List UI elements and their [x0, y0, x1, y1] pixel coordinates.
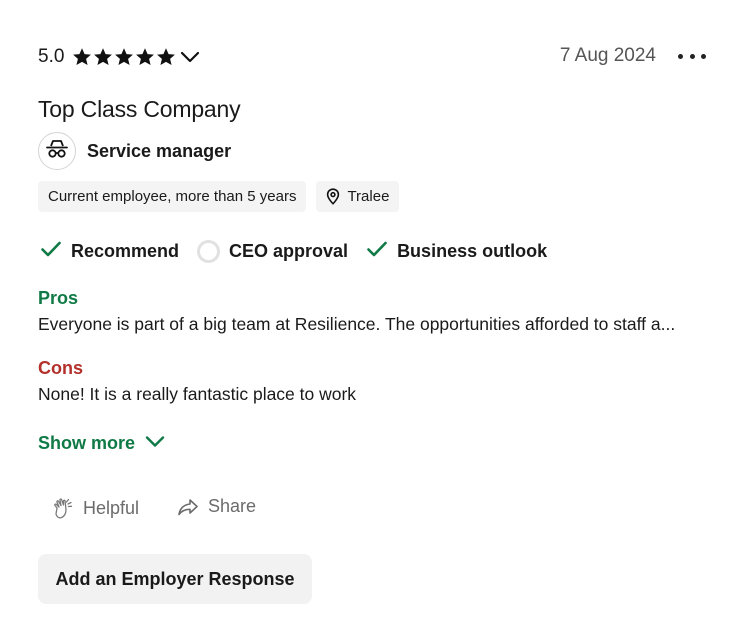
star-icon [135, 47, 155, 67]
clap-icon [52, 496, 74, 520]
recommend-rating: Recommend [40, 240, 179, 263]
rating-details-chevron-down-icon[interactable] [180, 50, 200, 64]
chevron-down-icon [145, 435, 165, 453]
reviewer-info-chips: Current employee, more than 5 years Tral… [38, 181, 400, 212]
ceo-approval-rating: CEO approval [197, 240, 348, 263]
location-chip: Tralee [316, 181, 400, 212]
pros-heading: Pros [38, 288, 79, 308]
add-employer-response-button[interactable]: Add an Employer Response [38, 554, 312, 604]
avatar [38, 132, 76, 170]
more-dot [678, 53, 683, 59]
more-options-button[interactable] [678, 46, 706, 66]
neutral-circle-icon [197, 240, 221, 263]
show-more-label: Show more [38, 433, 136, 453]
rating-value: 5.0 [38, 46, 65, 67]
employment-status: Current employee, more than 5 years [48, 188, 297, 205]
share-arrow-icon [177, 497, 199, 517]
reviewer-role: Service manager [38, 132, 231, 170]
cons-text: None! It is a really fantastic place to … [38, 384, 357, 404]
more-dot [701, 53, 706, 59]
ceo-approval-label: CEO approval [229, 241, 349, 261]
helpful-button[interactable]: Helpful [52, 496, 139, 520]
approval-ratings: Recommend CEO approval Business outlook [40, 240, 565, 263]
employment-chip: Current employee, more than 5 years [38, 181, 307, 212]
check-icon [366, 240, 388, 263]
location-pin-icon [326, 188, 340, 205]
helpful-label: Helpful [83, 497, 140, 518]
share-button[interactable]: Share [177, 496, 256, 517]
review-title: Top Class Company [38, 96, 241, 122]
more-dot [689, 53, 695, 59]
star-icon [72, 47, 92, 67]
location-text: Tralee [347, 188, 390, 205]
business-outlook-label: Business outlook [397, 241, 548, 261]
cons-heading: Cons [38, 358, 83, 378]
pros-text: Everyone is part of a big team at Resili… [38, 314, 676, 334]
star-icon [93, 47, 113, 67]
role-title: Service manager [87, 140, 232, 161]
show-more-button[interactable]: Show more [38, 433, 165, 454]
share-label: Share [208, 496, 257, 516]
recommend-label: Recommend [71, 241, 180, 261]
business-outlook-rating: Business outlook [366, 240, 547, 263]
star-icon [156, 47, 176, 67]
star-icon [114, 47, 134, 67]
check-icon [40, 240, 62, 263]
incognito-icon [45, 139, 69, 164]
star-rating [72, 47, 176, 67]
review-date: 7 Aug 2024 [559, 45, 656, 66]
rating-summary: 5.0 [38, 43, 200, 71]
add-employer-response-label: Add an Employer Response [55, 568, 295, 589]
